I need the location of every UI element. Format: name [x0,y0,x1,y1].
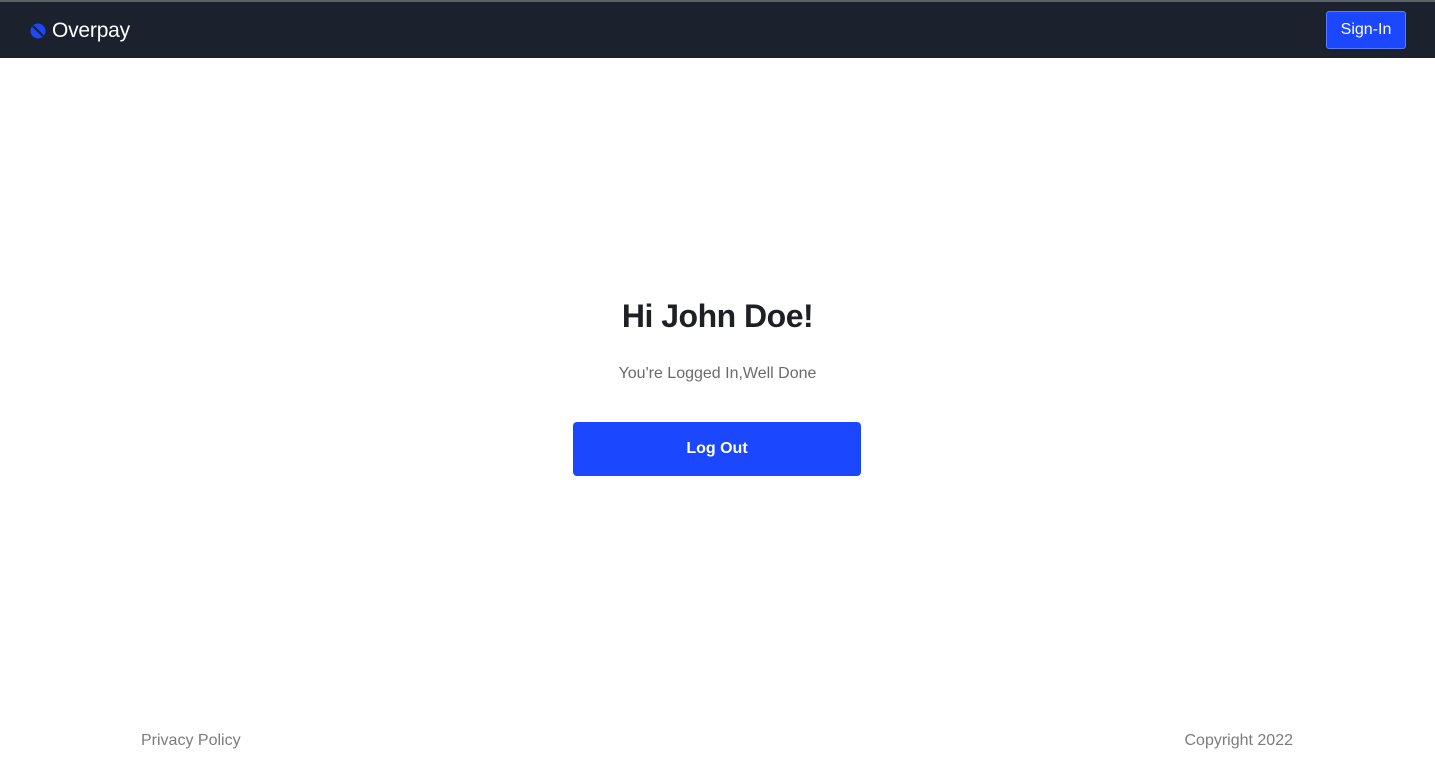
top-navbar: Overpay Sign-In [0,2,1435,58]
brand-name: Overpay [52,19,130,42]
sign-in-button[interactable]: Sign-In [1326,11,1406,49]
log-out-button[interactable]: Log Out [573,422,861,476]
greeting-title: Hi John Doe! [621,298,814,334]
privacy-policy-link[interactable]: Privacy Policy [141,731,241,751]
overpay-logo-icon [30,23,46,39]
copyright-text: Copyright 2022 [1184,732,1293,749]
login-status-message: You're Logged In,Well Done [618,365,817,382]
brand[interactable]: Overpay [30,19,130,43]
